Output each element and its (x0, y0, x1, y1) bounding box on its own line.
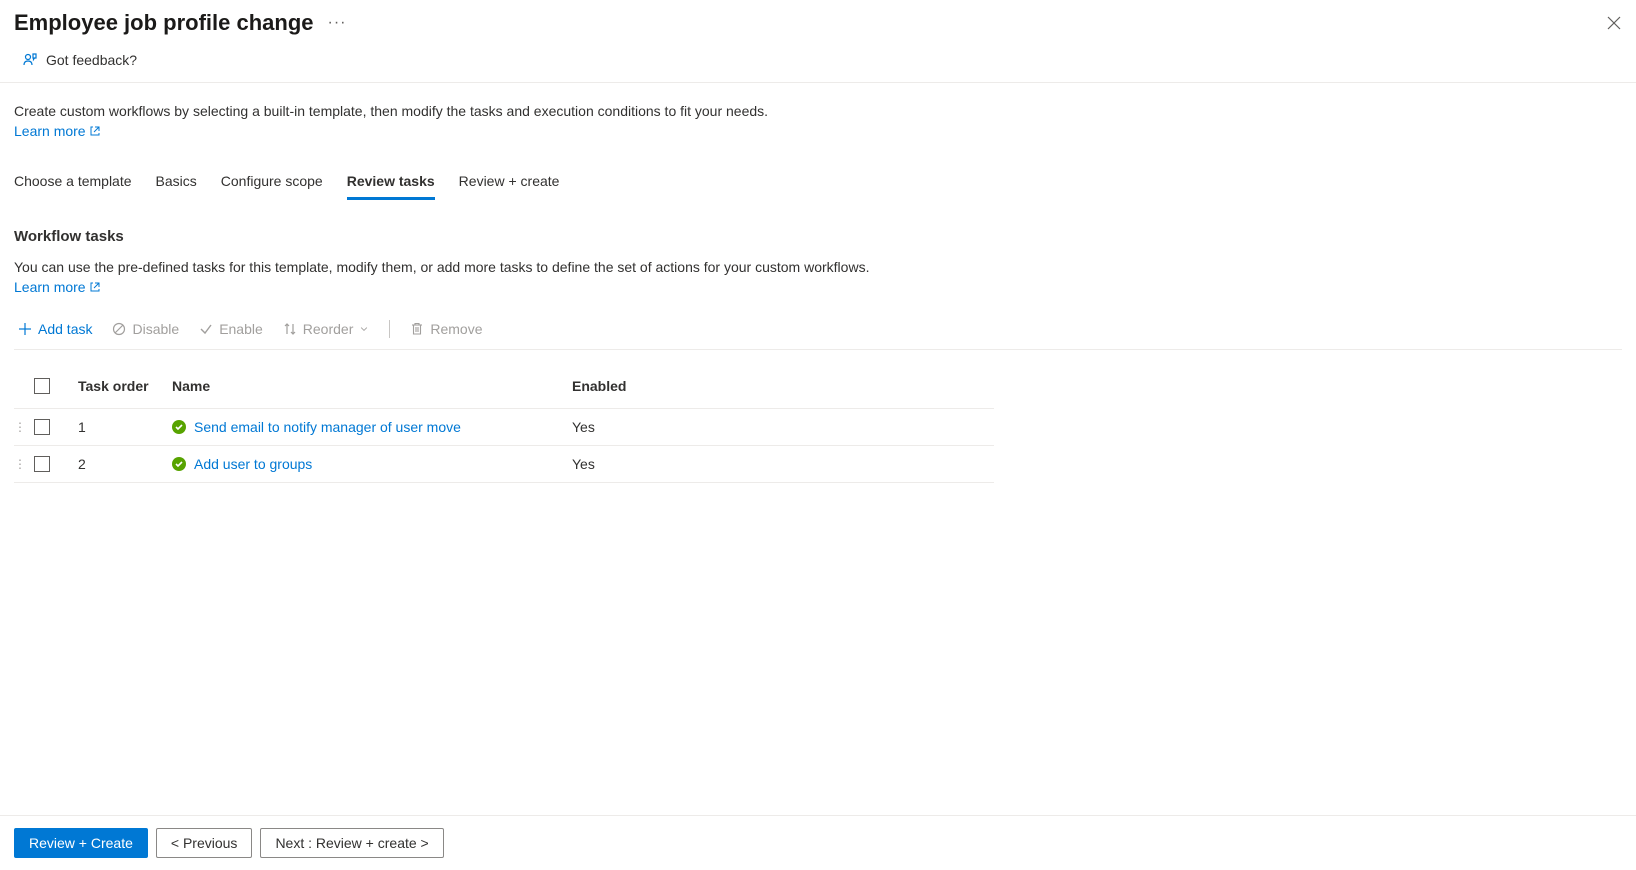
col-header-name[interactable]: Name (172, 378, 572, 394)
plus-icon (18, 322, 32, 336)
block-icon (112, 322, 126, 336)
row-enabled: Yes (572, 419, 994, 435)
toolbar-divider (389, 320, 390, 338)
tab-review-create[interactable]: Review + create (459, 167, 560, 200)
row-name-cell: Send email to notify manager of user mov… (172, 419, 572, 435)
reorder-label: Reorder (303, 321, 354, 337)
learn-more-label: Learn more (14, 279, 86, 295)
reorder-icon (283, 322, 297, 336)
external-link-icon (90, 126, 100, 136)
page-title: Employee job profile change (14, 10, 314, 36)
success-icon (172, 457, 186, 471)
row-order: 1 (78, 419, 172, 435)
learn-more-label: Learn more (14, 123, 86, 139)
more-options-icon[interactable]: ··· (328, 14, 347, 32)
external-link-icon (90, 282, 100, 292)
row-checkbox[interactable] (34, 456, 50, 472)
learn-more-link-intro[interactable]: Learn more (14, 123, 100, 139)
content-area: Create custom workflows by selecting a b… (0, 83, 1636, 815)
drag-handle-icon[interactable]: ⋮ (14, 457, 34, 471)
header-left: Employee job profile change ··· (14, 10, 347, 36)
row-order: 2 (78, 456, 172, 472)
learn-more-link-section[interactable]: Learn more (14, 279, 100, 295)
task-name-link[interactable]: Add user to groups (194, 456, 312, 472)
row-checkbox[interactable] (34, 419, 50, 435)
feedback-bar[interactable]: Got feedback? (0, 36, 1636, 83)
feedback-icon (22, 52, 38, 68)
add-task-button[interactable]: Add task (14, 319, 96, 339)
row-checkbox-cell (34, 456, 78, 472)
col-header-order[interactable]: Task order (78, 378, 172, 394)
footer-bar: Review + Create < Previous Next : Review… (0, 815, 1636, 870)
tab-choose-template[interactable]: Choose a template (14, 167, 132, 200)
wizard-tabs: Choose a template Basics Configure scope… (14, 167, 1622, 200)
close-icon[interactable] (1606, 15, 1622, 31)
trash-icon (410, 322, 424, 336)
row-name-cell: Add user to groups (172, 456, 572, 472)
disable-label: Disable (132, 321, 179, 337)
reorder-button[interactable]: Reorder (279, 319, 374, 339)
row-enabled: Yes (572, 456, 994, 472)
tab-basics[interactable]: Basics (156, 167, 197, 200)
section-title: Workflow tasks (14, 228, 1622, 245)
page-header: Employee job profile change ··· (0, 0, 1636, 36)
remove-label: Remove (430, 321, 482, 337)
feedback-label: Got feedback? (46, 52, 137, 68)
tab-review-tasks[interactable]: Review tasks (347, 167, 435, 200)
success-icon (172, 420, 186, 434)
select-all-cell (34, 378, 78, 394)
tab-configure-scope[interactable]: Configure scope (221, 167, 323, 200)
enable-label: Enable (219, 321, 263, 337)
table-toolbar: Add task Disable Enable Reorder Remove (14, 319, 1622, 350)
section-description: You can use the pre-defined tasks for th… (14, 259, 1622, 275)
chevron-down-icon (359, 324, 369, 334)
check-icon (199, 322, 213, 336)
select-all-checkbox[interactable] (34, 378, 50, 394)
table-row: ⋮ 1 Send email to notify manager of user… (14, 409, 994, 446)
previous-button[interactable]: < Previous (156, 828, 253, 858)
enable-button[interactable]: Enable (195, 319, 267, 339)
disable-button[interactable]: Disable (108, 319, 183, 339)
table-header-row: Task order Name Enabled (14, 368, 994, 409)
remove-button[interactable]: Remove (406, 319, 486, 339)
add-task-label: Add task (38, 321, 92, 337)
tasks-table: Task order Name Enabled ⋮ 1 Send email t… (14, 368, 994, 483)
next-button[interactable]: Next : Review + create > (260, 828, 443, 858)
task-name-link[interactable]: Send email to notify manager of user mov… (194, 419, 461, 435)
review-create-button[interactable]: Review + Create (14, 828, 148, 858)
table-row: ⋮ 2 Add user to groups Yes (14, 446, 994, 483)
row-checkbox-cell (34, 419, 78, 435)
intro-description: Create custom workflows by selecting a b… (14, 103, 1622, 119)
col-header-enabled[interactable]: Enabled (572, 378, 994, 394)
drag-handle-icon[interactable]: ⋮ (14, 420, 34, 434)
